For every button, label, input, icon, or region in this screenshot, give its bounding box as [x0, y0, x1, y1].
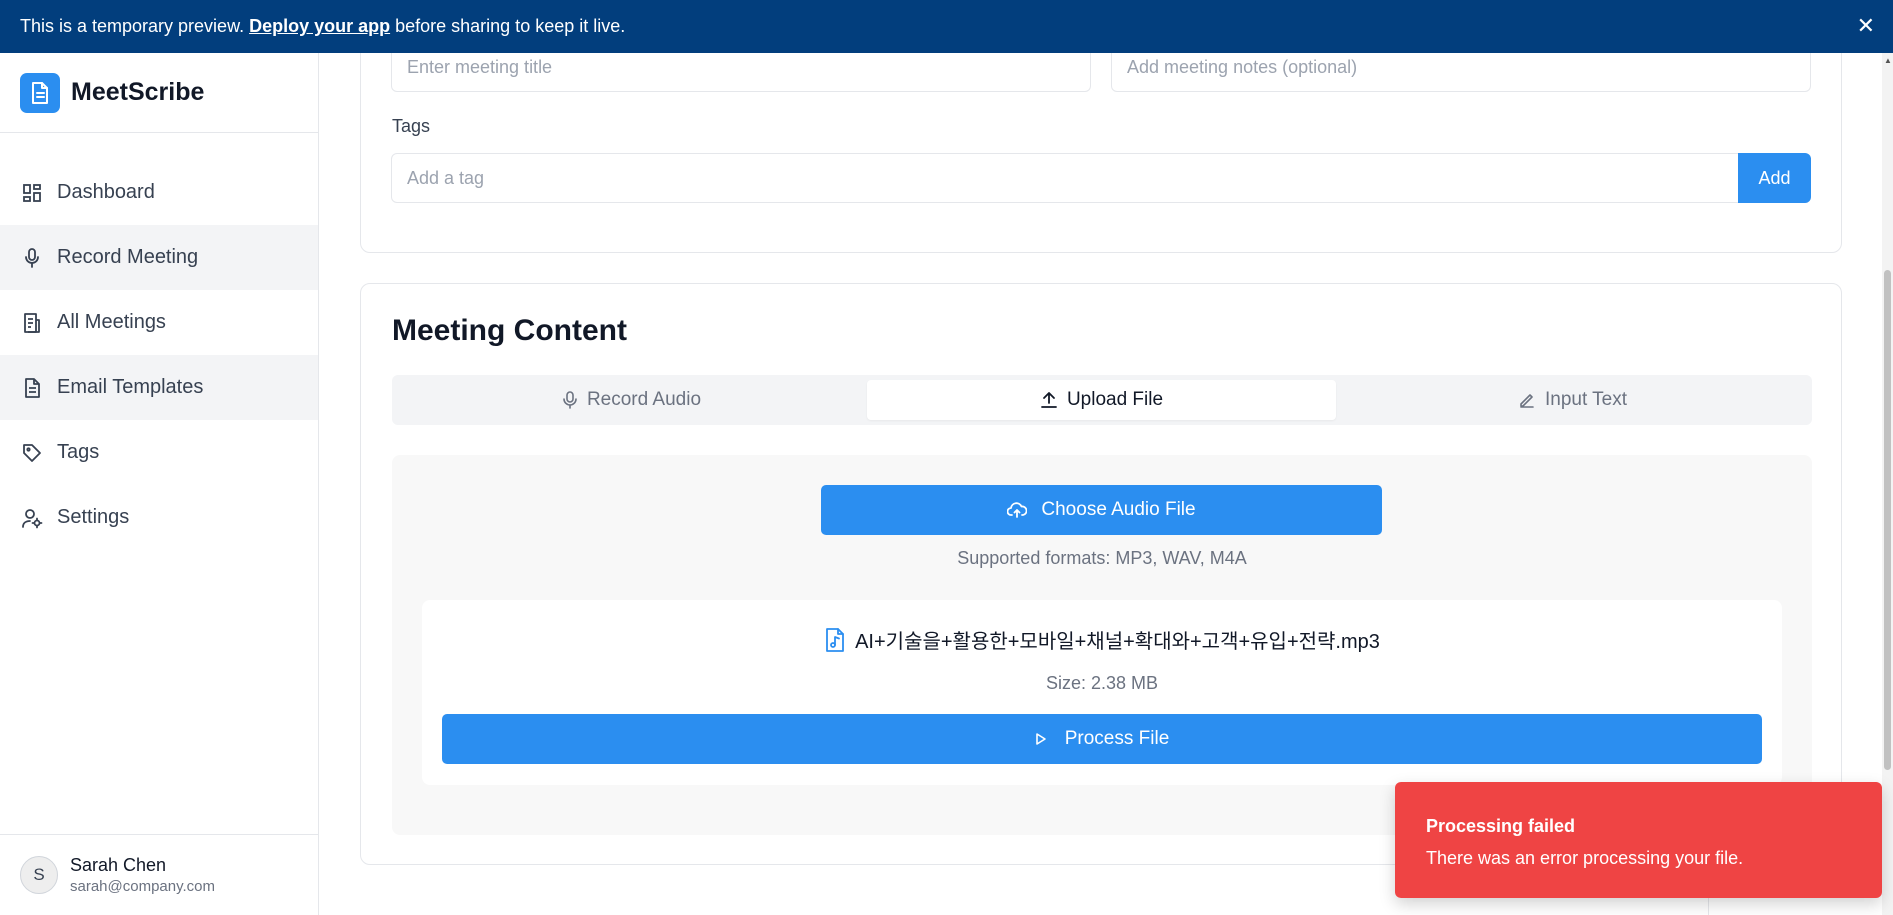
upload-area: Choose Audio File Supported formats: MP3…	[392, 455, 1812, 835]
deploy-app-link[interactable]: Deploy your app	[249, 16, 390, 37]
tags-label: Tags	[392, 116, 431, 136]
section-title: Meeting Content	[392, 314, 627, 347]
sidebar-item-tags[interactable]: Tags	[0, 420, 318, 485]
sidebar-nav: Dashboard Record Meeting All Meetings Em…	[0, 160, 318, 550]
process-file-button[interactable]: Process File	[442, 714, 1762, 764]
choose-audio-file-button[interactable]: Choose Audio File	[821, 485, 1382, 535]
sidebar: MeetScribe Dashboard Record Meeting All …	[0, 53, 319, 915]
tab-input-text[interactable]: Input Text	[1338, 380, 1807, 420]
sidebar-item-label: Tags	[57, 441, 100, 463]
meeting-details-card: Enter meeting title Add meeting notes (o…	[360, 20, 1842, 253]
tab-upload-file[interactable]: Upload File	[867, 380, 1336, 420]
pencil-icon	[1518, 391, 1536, 409]
document-icon	[20, 376, 44, 400]
dashboard-icon	[20, 181, 44, 205]
tag-input[interactable]: Add a tag	[391, 153, 1739, 203]
process-file-label: Process File	[1064, 728, 1170, 749]
audio-file-icon	[824, 627, 846, 653]
sidebar-item-email-templates[interactable]: Email Templates	[0, 355, 318, 420]
supported-formats-text: Supported formats: MP3, WAV, M4A	[957, 548, 1247, 568]
sidebar-item-label: Settings	[57, 506, 130, 528]
user-info: Sarah Chen sarah@company.com	[70, 855, 215, 895]
sidebar-item-label: Record Meeting	[57, 246, 199, 268]
tag-icon	[20, 441, 44, 465]
file-name: AI+기술을+활용한+모바일+채널+확대와+고객+유입+전략.mp3	[855, 631, 1380, 653]
banner-text-start: This is a temporary preview.	[20, 16, 250, 36]
user-settings-icon	[20, 506, 44, 530]
content-tabs: Record Audio Upload File Input Text	[392, 375, 1812, 425]
document-list-icon	[20, 311, 44, 335]
sidebar-item-label: All Meetings	[57, 311, 166, 333]
avatar: S	[20, 856, 58, 894]
sidebar-item-settings[interactable]: Settings	[0, 485, 318, 550]
tab-label: Record Audio	[586, 389, 702, 410]
upload-icon	[1040, 391, 1058, 409]
choose-audio-file-label: Choose Audio File	[1041, 499, 1196, 520]
user-profile[interactable]: S Sarah Chen sarah@company.com	[0, 834, 318, 915]
toast-title: Processing failed	[1426, 816, 1576, 836]
sidebar-item-record-meeting[interactable]: Record Meeting	[0, 225, 318, 290]
preview-banner: This is a temporary preview. Deploy your…	[0, 0, 1893, 53]
brand[interactable]: MeetScribe	[0, 53, 318, 133]
banner-text-end: before sharing to keep it live.	[390, 16, 626, 36]
meeting-content-card: Meeting Content Record Audio Upload File	[360, 283, 1842, 865]
selected-file-card: AI+기술을+활용한+모바일+채널+확대와+고객+유입+전략.mp3 Size:…	[422, 600, 1782, 785]
play-icon	[1035, 732, 1047, 746]
user-email: sarah@company.com	[70, 878, 216, 895]
microphone-icon	[20, 246, 44, 270]
close-banner-button[interactable]: ✕	[1857, 13, 1875, 39]
brand-name: MeetScribe	[71, 78, 205, 106]
tab-label: Upload File	[1066, 389, 1164, 410]
scroll-up-arrow-icon[interactable]: ▲	[1884, 56, 1892, 65]
document-logo-icon	[20, 72, 60, 113]
microphone-icon	[562, 390, 578, 410]
tab-record-audio[interactable]: Record Audio	[397, 380, 866, 420]
toast-description: There was an error processing your file.	[1426, 848, 1744, 868]
user-name: Sarah Chen	[70, 855, 167, 875]
error-toast[interactable]: Processing failed There was an error pro…	[1395, 782, 1882, 898]
scrollbar-thumb[interactable]	[1884, 270, 1891, 770]
file-name-row: AI+기술을+활용한+모바일+채널+확대와+고객+유입+전략.mp3	[422, 625, 1782, 654]
tab-label: Input Text	[1544, 389, 1628, 410]
file-size: Size: 2.38 MB	[1045, 673, 1159, 693]
sidebar-item-label: Email Templates	[57, 376, 204, 398]
sidebar-item-all-meetings[interactable]: All Meetings	[0, 290, 318, 355]
sidebar-item-dashboard[interactable]: Dashboard	[0, 160, 318, 225]
add-tag-button[interactable]: Add	[1738, 153, 1811, 203]
sidebar-item-label: Dashboard	[57, 181, 155, 203]
cloud-upload-icon	[1007, 501, 1028, 519]
